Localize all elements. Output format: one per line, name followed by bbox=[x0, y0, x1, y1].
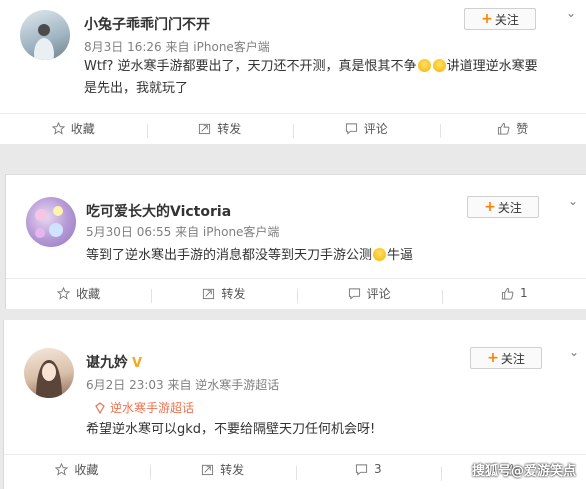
repost-button[interactable]: 转发 bbox=[151, 285, 296, 303]
username[interactable]: 谌九妗 V bbox=[86, 352, 142, 372]
star-icon bbox=[57, 286, 71, 300]
avatar-image bbox=[35, 206, 63, 238]
comment-icon bbox=[348, 287, 360, 300]
repost-button[interactable]: 转发 bbox=[149, 461, 296, 479]
favorite-button[interactable]: 收藏 bbox=[6, 285, 151, 302]
comment-icon bbox=[355, 463, 368, 476]
action-bar: 收藏 转发 评论 赞 bbox=[0, 113, 586, 142]
chevron-down-icon[interactable]: ⌄ bbox=[569, 345, 579, 359]
post-text: Wtf? 逆水寒手游都要出了，天刀还不开测，真是恨其不争 讲道理逆水寒要 是先出，… bbox=[84, 59, 538, 96]
username[interactable]: 吃可爱长大的Victoria bbox=[86, 201, 231, 221]
avatar[interactable] bbox=[26, 197, 76, 247]
avatar[interactable] bbox=[20, 10, 70, 60]
emoji-icon bbox=[373, 248, 387, 261]
comment-icon bbox=[345, 122, 357, 135]
avatar-image bbox=[34, 24, 54, 60]
comment-button[interactable]: 评论 bbox=[296, 285, 442, 303]
watermark: 搜狐号@爱游笑点 bbox=[471, 464, 576, 479]
comment-button[interactable]: 评论 bbox=[293, 120, 440, 138]
follow-button[interactable]: + 关注 bbox=[470, 347, 542, 369]
plus-icon: + bbox=[487, 350, 499, 366]
follow-button[interactable]: + 关注 bbox=[464, 8, 536, 30]
thumbs-up-icon bbox=[501, 287, 514, 300]
repost-button[interactable]: 转发 bbox=[146, 120, 294, 138]
super-topic-link[interactable]: 逆水寒手游超话 bbox=[94, 399, 194, 416]
post-card: 吃可爱长大的Victoria 5月30日 06:55 来自 iPhone客户端 … bbox=[5, 174, 586, 309]
follow-button[interactable]: + 关注 bbox=[467, 196, 539, 218]
star-icon bbox=[55, 462, 69, 476]
emoji-icon bbox=[417, 59, 431, 72]
chevron-down-icon[interactable]: ⌄ bbox=[566, 6, 576, 20]
like-button[interactable]: 1 bbox=[441, 286, 586, 304]
post-text: 希望逆水寒可以gkd，不要给隔壁天刀任何机会呀! bbox=[86, 422, 376, 437]
favorite-button[interactable]: 收藏 bbox=[0, 120, 147, 137]
verified-badge-icon: V bbox=[132, 356, 143, 371]
emoji-icon bbox=[432, 59, 446, 72]
like-button[interactable]: 赞 bbox=[439, 120, 586, 138]
favorite-button[interactable]: 收藏 bbox=[4, 461, 150, 478]
chevron-down-icon[interactable]: ⌄ bbox=[568, 194, 578, 208]
comment-button[interactable]: 3 bbox=[295, 462, 442, 480]
plus-icon: + bbox=[484, 199, 496, 215]
repost-icon bbox=[199, 123, 211, 134]
post-meta: 8月3日 16:26 来自 iPhone客户端 bbox=[84, 40, 270, 54]
post-text: 等到了逆水寒出手游的消息都没等到天刀手游公测 牛逼 bbox=[86, 248, 414, 263]
post-meta: 5月30日 06:55 来自 iPhone客户端 bbox=[86, 225, 280, 239]
thumbs-up-icon bbox=[498, 122, 510, 135]
post-meta: 6月2日 23:03 来自 逆水寒手游超话 bbox=[86, 378, 280, 392]
plus-icon: + bbox=[481, 11, 493, 27]
avatar[interactable] bbox=[24, 348, 74, 398]
repost-icon bbox=[202, 464, 214, 475]
username[interactable]: 小兔子乖乖门门不开 bbox=[84, 14, 210, 34]
topic-icon bbox=[95, 402, 105, 415]
star-icon bbox=[51, 121, 65, 135]
avatar-image bbox=[36, 360, 62, 398]
action-bar: 收藏 转发 评论 1 bbox=[6, 278, 586, 307]
post-card: 小兔子乖乖门门不开 8月3日 16:26 来自 iPhone客户端 + 关注 ⌄ … bbox=[0, 0, 586, 144]
repost-icon bbox=[203, 288, 215, 299]
